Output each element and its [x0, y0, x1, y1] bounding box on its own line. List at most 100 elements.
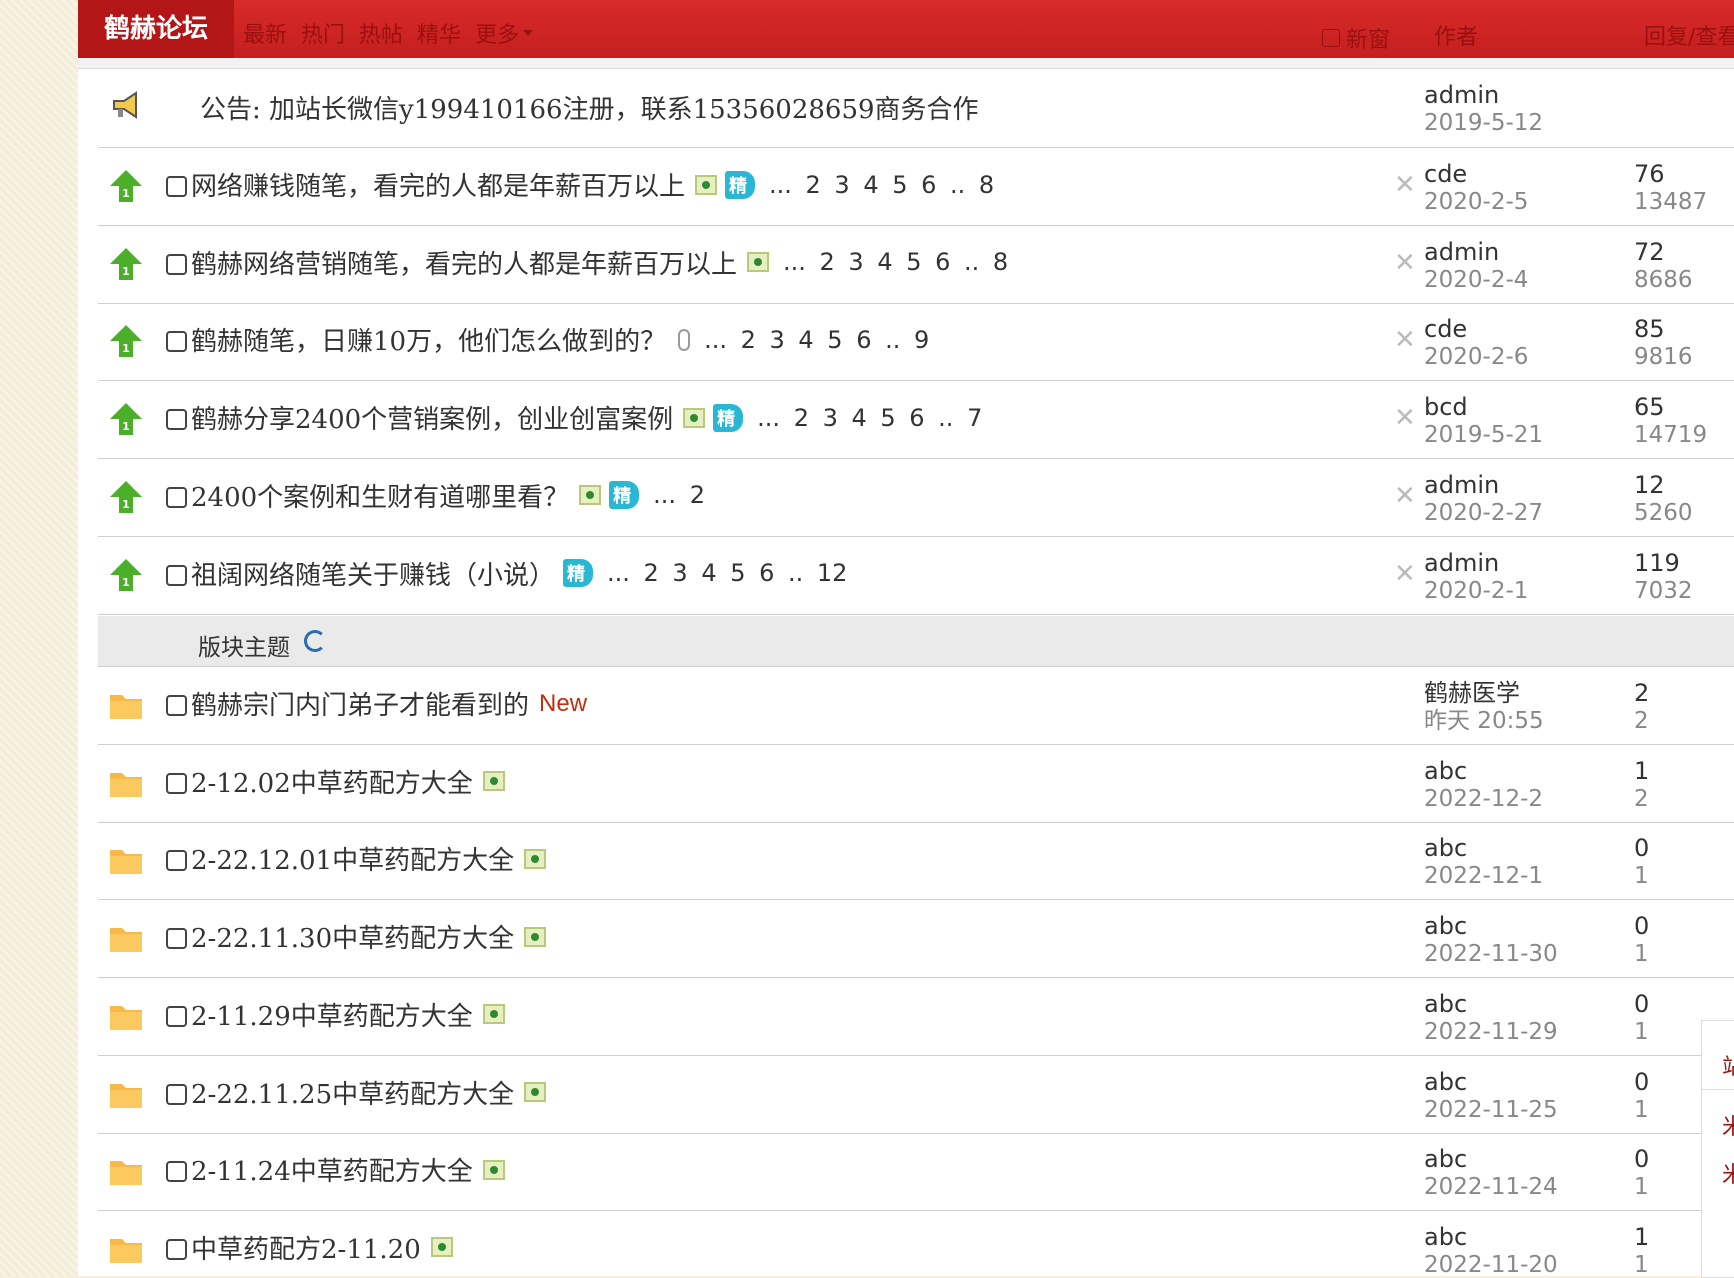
thread-checkbox[interactable]	[166, 928, 187, 950]
announcement-text[interactable]: 公告: 加站长微信y199410166注册，联系15356028659商务合作	[200, 89, 979, 126]
author-name[interactable]: admin	[1424, 471, 1543, 499]
author-name[interactable]: cde	[1424, 315, 1528, 343]
pinned-thread-row[interactable]: 1 鹤赫分享2400个营销案例，创业创富案例 精 ... 2 3 4 5 6 .. 7…	[98, 381, 1734, 460]
thread-title[interactable]: 2400个案例和生财有道哪里看？	[191, 477, 569, 514]
thread-checkbox[interactable]	[166, 409, 187, 431]
nav-digest[interactable]: 精华	[417, 17, 461, 49]
close-icon[interactable]: ✕	[1394, 559, 1416, 589]
thread-checkbox[interactable]	[166, 331, 187, 353]
author-name[interactable]: cde	[1424, 160, 1528, 188]
thread-title[interactable]: 2-11.29中草药配方大全	[191, 996, 473, 1033]
thread-title-group: 2-22.12.01中草药配方大全	[191, 840, 547, 877]
close-icon[interactable]: ✕	[1394, 481, 1416, 511]
thread-title[interactable]: 2-22.11.25中草药配方大全	[191, 1074, 514, 1111]
thread-title-group: 鹤赫随笔，日赚10万，他们怎么做到的？ ... 2 3 4 5 6 .. 9	[191, 321, 929, 358]
thread-checkbox[interactable]	[166, 695, 187, 716]
close-icon[interactable]: ✕	[1394, 403, 1416, 433]
thread-checkbox[interactable]	[166, 564, 187, 586]
view-count: 2	[1634, 785, 1649, 812]
thread-title[interactable]: 鹤赫宗门内门弟子才能看到的	[191, 685, 529, 722]
thread-row[interactable]: 鹤赫宗门内门弟子才能看到的 New 鹤赫医学 昨天 20:55 2 2	[98, 667, 1734, 745]
stats-block: 01	[1634, 990, 1649, 1046]
thread-checkbox[interactable]	[166, 850, 187, 872]
author-name[interactable]: 鹤赫医学	[1424, 679, 1544, 707]
thread-row[interactable]: 2-12.02中草药配方大全 abc 2022-12-2 1 2	[98, 745, 1734, 823]
stats-block: 01	[1634, 1068, 1649, 1124]
page-links[interactable]: ... 2 3 4 5 6 .. 9	[704, 326, 929, 354]
page-links[interactable]: ... 2 3 4 5 6 .. 8	[769, 171, 994, 199]
header-divider	[78, 58, 1734, 69]
page-links[interactable]: ... 2 3 4 5 6 .. 12	[607, 559, 847, 587]
nav-latest[interactable]: 最新	[243, 17, 287, 49]
thread-checkbox[interactable]	[166, 253, 187, 275]
author-name[interactable]: admin	[1424, 238, 1528, 266]
thread-title[interactable]: 网络赚钱随笔，看完的人都是年薪百万以上	[191, 166, 685, 203]
author-name[interactable]: abc	[1424, 757, 1543, 785]
thread-checkbox[interactable]	[166, 486, 187, 508]
image-attachment-icon	[524, 848, 547, 869]
thread-title[interactable]: 鹤赫网络营销随笔，看完的人都是年薪百万以上	[191, 244, 737, 281]
thread-row[interactable]: 中草药配方2-11.20 abc 2022-11-20 1 1	[98, 1211, 1734, 1276]
nav-hot-posts[interactable]: 热帖	[359, 17, 403, 49]
pinned-thread-row[interactable]: 1 鹤赫网络营销随笔，看完的人都是年薪百万以上 ... 2 3 4 5 6 .. 8…	[98, 226, 1734, 304]
forum-title[interactable]: 鹤赫论坛	[78, 0, 234, 58]
thread-checkbox[interactable]	[166, 1005, 187, 1027]
nav-hot[interactable]: 热门	[301, 17, 345, 49]
announcement-author[interactable]: admin	[1424, 81, 1543, 109]
pinned-thread-row[interactable]: 1 2400个案例和生财有道哪里看？ 精 ... 2 ✕ admin 2020-2-27 12…	[98, 459, 1734, 537]
refresh-icon[interactable]	[304, 630, 326, 652]
thread-row[interactable]: 2-11.29中草药配方大全 abc 2022-11-29 0 1	[98, 978, 1734, 1056]
thread-title[interactable]: 祖阔网络随笔关于赚钱（小说）	[191, 555, 555, 592]
announcement-row[interactable]: 公告: 加站长微信y199410166注册，联系15356028659商务合作 …	[98, 69, 1734, 148]
author-name[interactable]: abc	[1424, 912, 1558, 940]
page-links[interactable]: ... 2 3 4 5 6 .. 7	[757, 404, 982, 432]
thread-title[interactable]: 2-11.24中草药配方大全	[191, 1151, 473, 1188]
author-name[interactable]: abc	[1424, 834, 1543, 862]
new-window-toggle[interactable]: 新窗	[1322, 22, 1390, 54]
author-name[interactable]: abc	[1424, 990, 1558, 1018]
section-header: 版块主题	[98, 616, 1734, 667]
author-name[interactable]: abc	[1424, 1145, 1558, 1173]
thread-checkbox[interactable]	[166, 1238, 187, 1260]
author-name[interactable]: abc	[1424, 1068, 1558, 1096]
thread-title[interactable]: 2-12.02中草药配方大全	[191, 763, 473, 800]
thread-checkbox[interactable]	[166, 1083, 187, 1105]
view-count: 5260	[1634, 499, 1693, 526]
thread-title-group: 2400个案例和生财有道哪里看？ 精 ... 2	[191, 477, 705, 514]
pinned-thread-row[interactable]: 1 网络赚钱随笔，看完的人都是年薪百万以上 精 ... 2 3 4 5 6 .. 8 ✕…	[98, 148, 1734, 226]
thread-title[interactable]: 2-22.12.01中草药配方大全	[191, 840, 514, 877]
post-date: 2020-2-27	[1424, 499, 1544, 526]
thread-row[interactable]: 2-22.11.25中草药配方大全 abc 2022-11-25 0 1	[98, 1056, 1734, 1134]
new-window-checkbox[interactable]	[1322, 29, 1340, 47]
thread-title[interactable]: 2-22.11.30中草药配方大全	[191, 918, 514, 955]
author-name[interactable]: abc	[1424, 1223, 1558, 1251]
author-name[interactable]: admin	[1424, 549, 1528, 577]
thread-title[interactable]: 鹤赫随笔，日赚10万，他们怎么做到的？	[191, 321, 666, 358]
post-date: 2020-2-4	[1424, 266, 1529, 293]
thread-row[interactable]: 2-22.11.30中草药配方大全 abc 2022-11-30 0 1	[98, 900, 1734, 979]
thread-title[interactable]: 中草药配方2-11.20	[191, 1229, 421, 1266]
close-icon[interactable]: ✕	[1394, 170, 1416, 200]
pinned-thread-row[interactable]: 1 鹤赫随笔，日赚10万，他们怎么做到的？ ... 2 3 4 5 6 .. 9 ✕ c…	[98, 303, 1734, 382]
thread-title-group: 鹤赫网络营销随笔，看完的人都是年薪百万以上 ... 2 3 4 5 6 .. 8	[191, 244, 1008, 281]
floating-side-panel[interactable]: 站 米 米	[1701, 1020, 1734, 1278]
page-links[interactable]: ... 2	[653, 481, 705, 509]
close-icon[interactable]: ✕	[1394, 325, 1416, 355]
author-name[interactable]: bcd	[1424, 393, 1543, 421]
float-char-1: 站	[1722, 1055, 1734, 1080]
thread-checkbox[interactable]	[166, 1161, 187, 1183]
thread-checkbox[interactable]	[166, 176, 187, 197]
image-attachment-icon	[683, 407, 706, 428]
folder-icon	[110, 928, 142, 953]
image-attachment-icon	[695, 174, 718, 195]
thread-row[interactable]: 2-11.24中草药配方大全 abc 2022-11-24 0 1	[98, 1133, 1734, 1212]
page-links[interactable]: ... 2 3 4 5 6 .. 8	[783, 248, 1008, 276]
thread-checkbox[interactable]	[166, 772, 187, 794]
thread-title[interactable]: 鹤赫分享2400个营销案例，创业创富案例	[191, 399, 673, 436]
thread-row[interactable]: 2-22.12.01中草药配方大全 abc 2022-12-1 0 1	[98, 822, 1734, 901]
view-count: 8686	[1634, 266, 1693, 293]
close-icon[interactable]: ✕	[1394, 248, 1416, 278]
folder-icon	[110, 1083, 142, 1108]
pinned-thread-row[interactable]: 1 祖阔网络随笔关于赚钱（小说） 精 ... 2 3 4 5 6 .. 12 ✕ admi…	[98, 537, 1734, 615]
nav-more[interactable]: 更多	[475, 17, 534, 49]
